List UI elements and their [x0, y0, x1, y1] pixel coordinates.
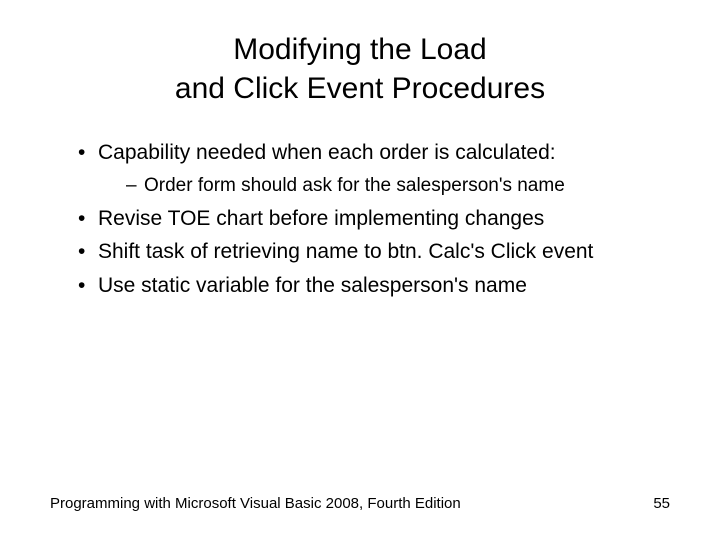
page-number: 55: [653, 495, 670, 512]
list-item: Shift task of retrieving name to btn. Ca…: [78, 237, 670, 266]
slide-content: Capability needed when each order is cal…: [50, 138, 670, 300]
title-line-2: and Click Event Procedures: [175, 72, 545, 105]
sub-bullet-list: Order form should ask for the salesperso…: [98, 173, 670, 200]
title-line-1: Modifying the Load: [233, 33, 487, 66]
bullet-text: Use static variable for the salesperson'…: [98, 274, 527, 297]
slide-title: Modifying the Load and Click Event Proce…: [50, 30, 670, 108]
sub-bullet-text: Order form should ask for the salesperso…: [144, 175, 565, 196]
list-item: Use static variable for the salesperson'…: [78, 271, 670, 300]
bullet-text: Shift task of retrieving name to btn. Ca…: [98, 240, 593, 263]
bullet-text: Capability needed when each order is cal…: [98, 141, 556, 164]
list-item: Revise TOE chart before implementing cha…: [78, 204, 670, 233]
footer-text: Programming with Microsoft Visual Basic …: [50, 495, 461, 512]
list-item: Capability needed when each order is cal…: [78, 138, 670, 200]
slide-footer: Programming with Microsoft Visual Basic …: [50, 495, 670, 512]
bullet-list: Capability needed when each order is cal…: [50, 138, 670, 300]
bullet-text: Revise TOE chart before implementing cha…: [98, 207, 544, 230]
sub-list-item: Order form should ask for the salesperso…: [126, 173, 670, 200]
